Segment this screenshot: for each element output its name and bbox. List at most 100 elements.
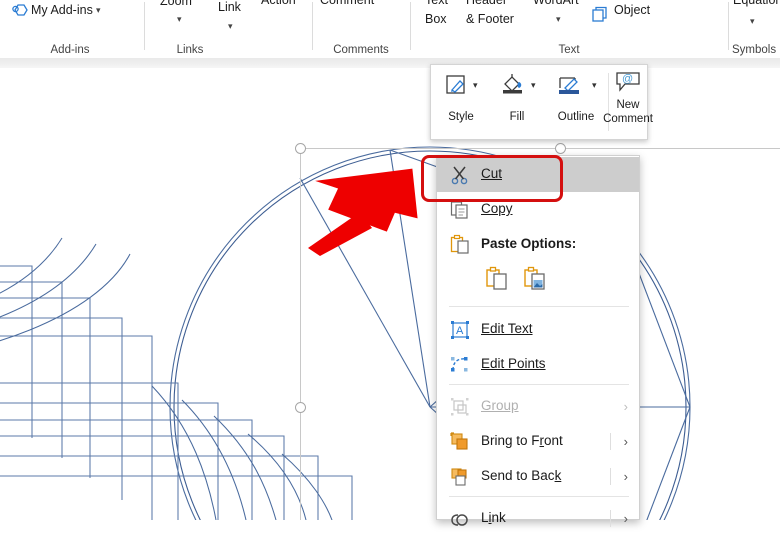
ribbon-group-symbols: Equation ▾ Symbols: [732, 0, 780, 58]
mini-toolbar-label-comment: Comment: [603, 113, 653, 125]
edit-points-icon: [449, 354, 471, 376]
context-menu-submenu-divider: [610, 433, 611, 450]
context-menu-separator-2: [449, 384, 629, 385]
paste-keep-formatting-icon[interactable]: [483, 264, 513, 294]
ribbon-item-text-box-line1[interactable]: Text: [425, 0, 448, 7]
context-menu[interactable]: Cut Copy Paste Options: A Edit Text Edit…: [436, 155, 640, 527]
mini-toolbar-button-outline[interactable]: ▾ Outline: [545, 65, 607, 141]
context-menu-submenu-divider: [610, 510, 611, 527]
svg-text:@: @: [622, 73, 633, 85]
ribbon: My Add-ins ▾ Add-ins Zoom ▾ Link ▾ Actio…: [0, 0, 780, 58]
ribbon-divider-1: [144, 2, 145, 50]
ribbon-divider-4: [728, 2, 729, 50]
context-menu-label-group: Group: [481, 398, 519, 413]
mini-toolbar-label-new: New: [616, 99, 640, 111]
context-menu-label-send-to-back: Send to Back: [481, 468, 562, 483]
mini-floating-toolbar[interactable]: ▾ Style ▾ Fill ▾ Outline @ New Comment: [430, 64, 653, 141]
fill-bucket-icon: [499, 72, 527, 103]
ribbon-group-text: Text Box Header & Footer WordArt ▾ Objec…: [414, 0, 724, 58]
edit-points-label-text: Edit Points: [481, 356, 546, 371]
ribbon-item-equation[interactable]: Equation: [733, 0, 780, 7]
shape-style-icon: [444, 72, 470, 103]
chevron-right-icon[interactable]: ›: [624, 469, 628, 484]
chevron-right-icon[interactable]: ›: [624, 511, 628, 526]
context-menu-item-link[interactable]: Link ›: [437, 501, 639, 536]
ribbon-item-action[interactable]: Action: [261, 0, 296, 7]
selection-handle-top-right[interactable]: [555, 143, 566, 154]
ribbon-group-label-comments: Comments: [333, 44, 389, 56]
ribbon-group-label-text: Text: [558, 44, 580, 56]
selection-handle-middle-left[interactable]: [295, 402, 306, 413]
context-menu-item-edit-text[interactable]: A Edit Text: [437, 312, 639, 347]
chevron-down-icon[interactable]: ▾: [96, 5, 101, 16]
mini-toolbar-button-new-comment[interactable]: @ New Comment: [603, 65, 653, 141]
context-menu-item-paste-options: Paste Options:: [437, 227, 639, 262]
cut-label-text: Cut: [481, 166, 503, 181]
chevron-down-icon[interactable]: ▾: [473, 80, 478, 91]
link-chain-icon: [449, 508, 471, 530]
addins-icon: [10, 2, 30, 27]
chevron-down-icon[interactable]: ▾: [531, 80, 536, 91]
ribbon-item-wordart[interactable]: WordArt: [533, 0, 579, 7]
annotation-red-arrow: [308, 168, 418, 256]
context-menu-submenu-divider: [610, 468, 611, 485]
mini-toolbar-button-style[interactable]: ▾ Style: [433, 65, 489, 141]
send-to-back-icon: [449, 466, 471, 488]
edit-text-icon: A: [449, 319, 471, 341]
mini-toolbar-button-fill[interactable]: ▾ Fill: [489, 65, 545, 141]
mini-toolbar-label-style: Style: [448, 111, 474, 123]
svg-text:A: A: [456, 325, 464, 337]
object-icon[interactable]: [591, 6, 609, 29]
clipboard-icon: [449, 234, 471, 256]
ribbon-item-header-footer-line1[interactable]: Header: [466, 0, 507, 7]
ribbon-group-label-symbols: Symbols: [732, 44, 777, 56]
chevron-down-icon[interactable]: ▾: [592, 80, 597, 91]
context-menu-label-cut: Cut: [481, 166, 502, 181]
group-label-text: Group: [481, 398, 519, 413]
bring-to-front-icon: [449, 431, 471, 453]
ribbon-divider-2: [312, 2, 313, 50]
context-menu-item-copy[interactable]: Copy: [437, 192, 639, 227]
ribbon-group-links: Zoom ▾ Link ▾ Action Links: [148, 0, 308, 58]
context-menu-item-bring-to-front[interactable]: Bring to Front ›: [437, 424, 639, 459]
ribbon-item-link[interactable]: Link: [218, 0, 241, 14]
context-menu-label-copy: Copy: [481, 201, 513, 216]
ribbon-item-zoom[interactable]: Zoom: [160, 0, 192, 8]
ribbon-item-object[interactable]: Object: [614, 3, 650, 17]
link-mnemonic: i: [488, 510, 492, 525]
copy-icon: [449, 199, 471, 221]
ribbon-group-comments: Comment Comments: [316, 0, 406, 58]
selection-handle-top-left[interactable]: [295, 143, 306, 154]
chevron-down-icon[interactable]: ▾: [177, 14, 182, 25]
chevron-right-icon: ›: [623, 399, 628, 414]
document-canvas[interactable]: [0, 68, 780, 520]
chevron-down-icon[interactable]: ▾: [750, 16, 755, 27]
ribbon-item-my-add-ins[interactable]: My Add-ins: [31, 3, 93, 17]
mini-toolbar-label-fill: Fill: [509, 111, 525, 123]
ribbon-item-comment[interactable]: Comment: [320, 0, 374, 7]
context-menu-item-edit-points[interactable]: Edit Points: [437, 347, 639, 382]
context-menu-separator-3: [449, 496, 629, 497]
ribbon-group-label-links: Links: [176, 44, 204, 56]
context-menu-label-edit-text: Edit Text: [481, 321, 533, 336]
ribbon-item-header-footer-line2[interactable]: & Footer: [466, 12, 514, 26]
context-menu-label-paste-options: Paste Options:: [481, 236, 577, 251]
scissors-icon: [449, 164, 471, 186]
paste-picture-icon[interactable]: [521, 264, 551, 294]
send-to-back-mnemonic: k: [554, 468, 562, 483]
bring-to-front-mnemonic: r: [539, 433, 545, 448]
context-menu-separator-1: [449, 306, 629, 307]
chevron-right-icon[interactable]: ›: [624, 434, 628, 449]
ribbon-divider-3: [410, 2, 411, 50]
ribbon-item-text-box-line2[interactable]: Box: [425, 12, 447, 26]
group-icon: [449, 396, 471, 418]
context-menu-item-cut[interactable]: Cut: [437, 157, 639, 192]
context-menu-label-edit-points: Edit Points: [481, 356, 546, 371]
shape-outline-icon: [556, 72, 584, 103]
chevron-down-icon[interactable]: ▾: [556, 14, 561, 25]
context-menu-item-send-to-back[interactable]: Send to Back ›: [437, 459, 639, 494]
copy-label-text: Copy: [481, 201, 513, 216]
chevron-down-icon[interactable]: ▾: [228, 21, 233, 32]
context-menu-item-group: Group ›: [437, 389, 639, 424]
context-menu-label-bring-to-front: Bring to Front: [481, 433, 563, 448]
